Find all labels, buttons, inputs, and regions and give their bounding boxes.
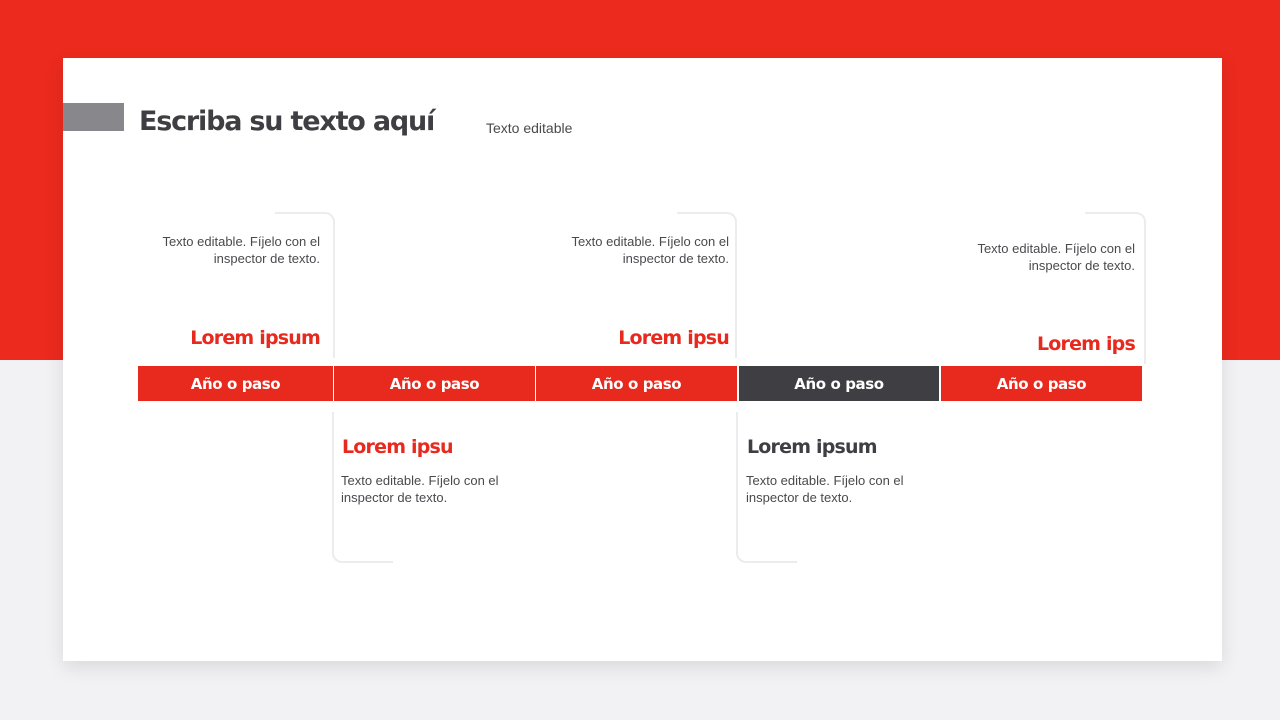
slide-subtitle[interactable]: Texto editable [486,120,572,136]
item-2-heading[interactable]: Lorem ipsu [342,436,454,458]
item-2-text[interactable]: Texto editable. Fíjelo con el inspector … [341,472,526,506]
timeline-step-1[interactable]: Año o paso [138,366,333,401]
item-5-text[interactable]: Texto editable. Fíjelo con el inspector … [950,240,1135,274]
timeline-step-4-highlighted[interactable]: Año o paso [739,366,939,401]
item-3-text[interactable]: Texto editable. Fíjelo con el inspector … [544,233,729,267]
item-3-heading[interactable]: Lorem ipsu [544,327,730,349]
item-4-heading[interactable]: Lorem ipsum [747,436,878,458]
slide-title[interactable]: Escriba su texto aquí [139,106,435,137]
timeline-step-3[interactable]: Año o paso [536,366,737,401]
timeline-step-2[interactable]: Año o paso [334,366,535,401]
item-5-heading[interactable]: Lorem ips [950,333,1136,355]
title-accent-bar [63,103,124,131]
item-1-heading[interactable]: Lorem ipsum [135,327,321,349]
slide: Escriba su texto aquí Texto editable Tex… [63,58,1222,661]
item-1-text[interactable]: Texto editable. Fíjelo con el inspector … [135,233,320,267]
item-4-text[interactable]: Texto editable. Fíjelo con el inspector … [746,472,931,506]
timeline-step-5[interactable]: Año o paso [941,366,1142,401]
